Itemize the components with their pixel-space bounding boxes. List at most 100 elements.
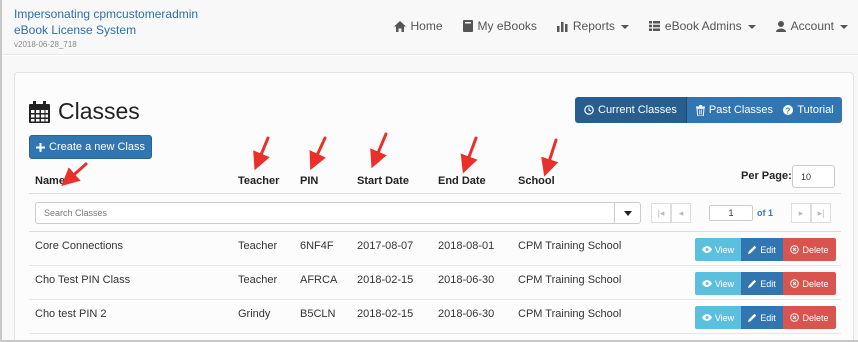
app-window: Impersonating cpmcustomeradmin eBook Lic… (0, 0, 858, 342)
question-icon: ? (783, 105, 794, 115)
nav-account[interactable]: Account (766, 0, 858, 52)
prev-page-icon: ◂ (678, 207, 684, 218)
search-dropdown-button[interactable] (614, 203, 640, 223)
delete-label: Delete (802, 244, 829, 255)
book-icon (462, 20, 473, 32)
column-header-school[interactable]: School (518, 175, 555, 187)
delete-button[interactable]: Delete (783, 272, 836, 295)
tutorial-label: Tutorial (797, 104, 834, 116)
table-row: Cho test PIN 2 Grindy B5CLN 2018-02-15 2… (29, 300, 841, 334)
cell-end-date: 2018-08-01 (438, 240, 495, 252)
cell-start-date: 2018-02-15 (357, 274, 414, 286)
eye-icon (701, 246, 712, 253)
cell-teacher: Teacher (238, 274, 278, 286)
prev-page-button[interactable]: ◂ (671, 203, 691, 223)
column-header-pin[interactable]: PIN (300, 175, 318, 187)
page-title: Classes (29, 98, 140, 125)
column-header-start-date[interactable]: Start Date (357, 175, 409, 187)
per-page-input[interactable]: 10 (792, 165, 835, 188)
brand[interactable]: Impersonating cpmcustomeradmin eBook Lic… (14, 6, 198, 49)
trash-icon (695, 104, 705, 116)
current-classes-label: Current Classes (598, 104, 677, 116)
nav-my-ebooks-label: My eBooks (477, 19, 537, 33)
brand-title[interactable]: eBook License System (14, 22, 198, 38)
pagination: |◂ ◂ 1 of 1 ▸ ▸| (651, 202, 837, 224)
delete-label: Delete (802, 312, 829, 323)
column-header-end-date[interactable]: End Date (438, 175, 486, 187)
table-row: Cho Test PIN Class Teacher AFRCA 2018-02… (29, 266, 841, 300)
nav-ebook-admins-label: eBook Admins (664, 19, 742, 33)
next-page-button[interactable]: ▸ (791, 203, 812, 223)
plus-icon (36, 142, 45, 152)
delete-button[interactable]: Delete (783, 306, 836, 329)
cell-teacher: Grindy (238, 308, 271, 320)
view-label: View (714, 312, 735, 323)
calendar-icon (29, 100, 50, 123)
view-button[interactable]: View (695, 306, 741, 329)
pencil-icon (748, 313, 757, 322)
edit-button[interactable]: Edit (741, 306, 783, 329)
class-filter-group: Current Classes Past Classes (575, 97, 783, 123)
search-placeholder: Search Classes (44, 208, 108, 218)
pencil-icon (748, 245, 757, 254)
per-page-label: Per Page: (741, 170, 792, 182)
cell-name: Core Connections (35, 240, 124, 252)
nav-my-ebooks[interactable]: My eBooks (453, 0, 547, 52)
eye-icon (701, 314, 712, 321)
pencil-icon (748, 279, 757, 288)
cell-end-date: 2018-06-30 (438, 274, 495, 286)
header-divider (29, 193, 841, 194)
view-button[interactable]: View (695, 272, 741, 295)
brand-impersonation[interactable]: Impersonating cpmcustomeradmin (14, 6, 198, 22)
home-icon (393, 20, 406, 32)
list-icon (648, 21, 660, 31)
tutorial-button[interactable]: ? Tutorial (775, 97, 842, 123)
search-input[interactable]: Search Classes (35, 202, 641, 224)
last-page-button[interactable]: ▸| (811, 203, 832, 223)
view-label: View (714, 244, 735, 255)
edit-button[interactable]: Edit (741, 272, 783, 295)
cell-school: CPM Training School (518, 308, 622, 320)
next-page-icon: ▸ (798, 207, 804, 218)
page-title-text: Classes (58, 98, 140, 124)
view-label: View (714, 278, 735, 289)
page-number-input[interactable]: 1 (709, 205, 753, 221)
cell-school: CPM Training School (518, 240, 622, 252)
cell-start-date: 2018-02-15 (357, 308, 414, 320)
chevron-down-icon (840, 25, 848, 29)
user-icon (775, 20, 786, 32)
edit-label: Edit (760, 312, 776, 323)
cell-pin: 6NF4F (300, 240, 334, 252)
cell-start-date: 2017-08-07 (357, 240, 414, 252)
view-button[interactable]: View (695, 238, 741, 261)
delete-circle-icon (790, 279, 800, 288)
nav-home[interactable]: Home (384, 0, 453, 52)
cell-pin: AFRCA (300, 274, 338, 286)
cell-name: Cho test PIN 2 (35, 308, 107, 320)
first-page-button[interactable]: |◂ (651, 203, 671, 223)
nav-home-label: Home (410, 19, 443, 33)
page-count: of 1 (757, 208, 774, 218)
edit-button[interactable]: Edit (741, 238, 783, 261)
cell-pin: B5CLN (300, 308, 336, 320)
delete-circle-icon (790, 245, 800, 254)
nav-menu: Home My eBooks Reports eBook Admins Acco… (384, 0, 858, 52)
create-class-button[interactable]: Create a new Class (29, 135, 152, 159)
nav-ebook-admins[interactable]: eBook Admins (639, 0, 766, 52)
current-classes-button[interactable]: Current Classes (575, 97, 687, 123)
svg-text:?: ? (786, 106, 791, 115)
cell-teacher: Teacher (238, 240, 278, 252)
past-classes-button[interactable]: Past Classes (686, 97, 783, 123)
delete-circle-icon (790, 313, 800, 322)
column-header-teacher[interactable]: Teacher (238, 175, 279, 187)
table-row: Core Connections Teacher 6NF4F 2017-08-0… (29, 232, 841, 266)
row-actions: View Edit Delete (695, 238, 836, 261)
row-actions: View Edit Delete (695, 272, 836, 295)
nav-reports[interactable]: Reports (547, 0, 639, 52)
clock-icon (584, 105, 594, 115)
nav-account-label: Account (790, 19, 834, 33)
caret-down-icon (623, 210, 632, 216)
column-header-name[interactable]: Name (35, 175, 65, 187)
delete-button[interactable]: Delete (783, 238, 836, 261)
first-page-icon: |◂ (657, 207, 665, 218)
